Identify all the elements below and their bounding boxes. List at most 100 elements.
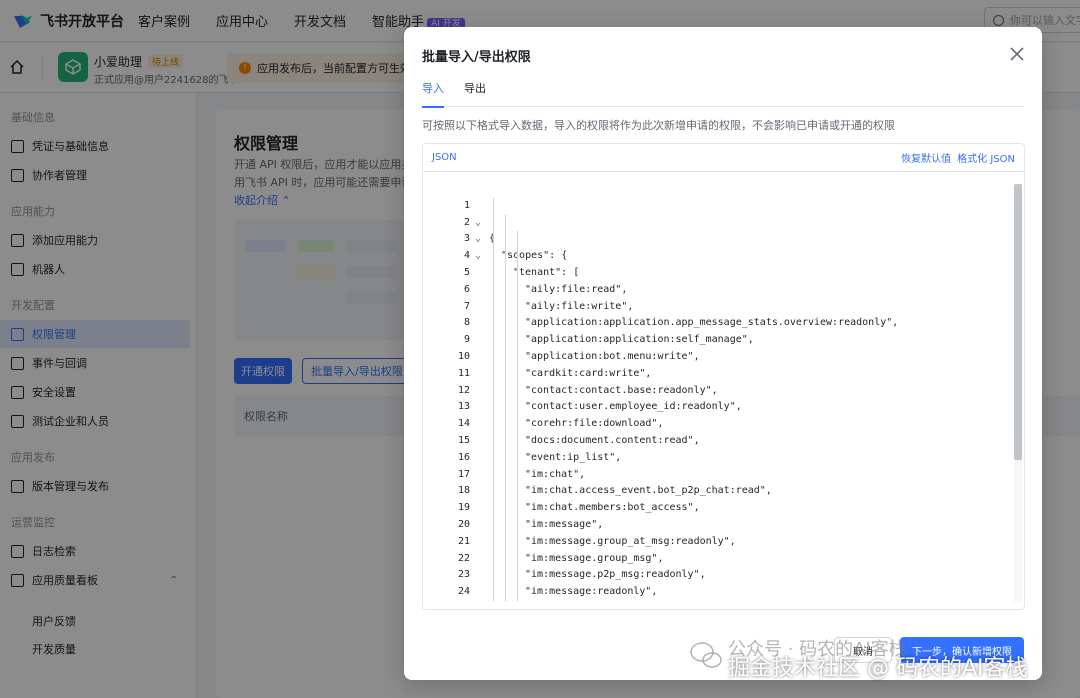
- indent-guide: [493, 365, 494, 383]
- indent-guide: [517, 584, 518, 601]
- indent-guide: [517, 399, 518, 417]
- indent-guide: [517, 416, 518, 433]
- format-json-link[interactable]: 格式化 JSON: [957, 150, 1015, 165]
- code-line: 16 "im:chat.access_event.bot_p2p_chat:re…: [423, 432, 1013, 496]
- indent-guide: [505, 533, 506, 551]
- code-line: 10 "contact:contact.base:readonly",: [423, 332, 1013, 396]
- indent-guide: [493, 298, 494, 316]
- indent-guide: [493, 500, 494, 517]
- code-line: 5 "aily:file:write",: [423, 248, 1013, 312]
- indent-guide: [517, 315, 518, 333]
- indent-guide: [493, 584, 494, 601]
- indent-guide: [493, 348, 494, 366]
- indent-guide: [493, 533, 494, 551]
- tab-import[interactable]: 导入: [422, 77, 444, 108]
- code-line: 19 "im:message.group_at_msg:readonly",: [423, 483, 1013, 547]
- indent-guide: [493, 332, 494, 349]
- batch-permission-dialog: 批量导入/导出权限 导入 导出 可按照以下格式导入数据，导入的权限将作为此次新增…: [404, 27, 1042, 680]
- indent-guide: [517, 248, 518, 265]
- indent-guide: [505, 298, 506, 316]
- indent-guide: [493, 382, 494, 400]
- indent-guide: [505, 348, 506, 366]
- wechat-icon: [690, 642, 722, 668]
- indent-guide: [517, 567, 518, 585]
- indent-guide: [517, 382, 518, 400]
- indent-guide: [517, 449, 518, 467]
- code-line: 14 "event:ip_list",: [423, 399, 1013, 463]
- restore-default-link[interactable]: 恢复默认值: [901, 150, 951, 165]
- close-icon[interactable]: [1006, 43, 1028, 65]
- indent-guide: [493, 214, 494, 232]
- indent-guide: [493, 399, 494, 417]
- indent-guide: [505, 584, 506, 601]
- code-line: 21 "im:message.p2p_msg:readonly",: [423, 516, 1013, 580]
- indent-guide: [505, 264, 506, 282]
- code-line: 18 "im:message",: [423, 466, 1013, 530]
- code-line: 1 ⌄ {: [423, 181, 1013, 245]
- editor-tab-json[interactable]: JSON: [432, 152, 457, 163]
- indent-guide: [505, 231, 506, 249]
- indent-guide: [505, 399, 506, 417]
- code-line: 15 "im:chat",: [423, 416, 1013, 480]
- code-line: 9 "cardkit:card:write",: [423, 315, 1013, 379]
- scrollbar-thumb[interactable]: [1014, 184, 1022, 460]
- indent-guide: [505, 449, 506, 467]
- code-line: 4 "aily:file:read",: [423, 231, 1013, 295]
- indent-guide: [505, 432, 506, 450]
- code-line: 17 "im:chat.members:bot_access",: [423, 449, 1013, 513]
- indent-guide: [493, 197, 494, 215]
- dialog-description: 可按照以下格式导入数据，导入的权限将作为此次新增申请的权限，不会影响已申请或开通…: [422, 119, 895, 132]
- watermark-line2: 掘金技术社区 @ 码农的AI客栈: [728, 656, 1028, 681]
- indent-guide: [493, 550, 494, 568]
- code-area[interactable]: 1 ⌄ { 2 ⌄ "scopes": { 3 ⌄ "tenant": [ 4 …: [423, 181, 1013, 601]
- code-line: 2 ⌄ "scopes": {: [423, 197, 1013, 261]
- indent-guide: [493, 248, 494, 265]
- indent-guide: [517, 483, 518, 501]
- indent-guide: [517, 516, 518, 534]
- indent-guide: [517, 432, 518, 450]
- dialog-tabs: 导入 导出: [422, 77, 1024, 108]
- code-line: 11 "contact:user.employee_id:readonly",: [423, 348, 1013, 412]
- indent-guide: [517, 264, 518, 282]
- indent-guide: [505, 483, 506, 501]
- indent-guide: [517, 281, 518, 299]
- indent-guide: [505, 550, 506, 568]
- indent-guide: [493, 466, 494, 484]
- code-line: 24 "im:resource",: [423, 567, 1013, 597]
- indent-guide: [517, 550, 518, 568]
- indent-guide: [493, 449, 494, 467]
- indent-guide: [517, 466, 518, 484]
- indent-guide: [493, 483, 494, 501]
- code-line: 13 "docs:document.content:read",: [423, 382, 1013, 446]
- indent-guide: [493, 516, 494, 534]
- code-line: 23 "im:message:send_as_bot",: [423, 550, 1013, 580]
- indent-guide: [505, 466, 506, 484]
- json-editor[interactable]: JSON 恢复默认值 格式化 JSON 1 ⌄ { 2 ⌄ "scopes": …: [422, 143, 1025, 610]
- code-line: 20 "im:message.group_msg",: [423, 500, 1013, 564]
- indent-guide: [493, 264, 494, 282]
- indent-guide: [505, 315, 506, 333]
- indent-guide: [505, 382, 506, 400]
- indent-guide: [517, 500, 518, 517]
- indent-guide: [505, 416, 506, 433]
- code-line: 3 ⌄ "tenant": [: [423, 214, 1013, 278]
- indent-guide: [505, 332, 506, 349]
- indent-guide: [505, 500, 506, 517]
- indent-guide: [493, 281, 494, 299]
- indent-guide: [517, 533, 518, 551]
- indent-guide: [493, 416, 494, 433]
- editor-actions: 恢复默认值 格式化 JSON: [895, 150, 1015, 165]
- indent-guide: [505, 248, 506, 265]
- indent-guide: [517, 298, 518, 316]
- code-line: 7 "application:application:self_manage",: [423, 281, 1013, 345]
- indent-guide: [505, 281, 506, 299]
- indent-guide: [517, 365, 518, 383]
- code-line: 6 "application:application.app_message_s…: [423, 264, 1013, 328]
- indent-guide: [505, 365, 506, 383]
- indent-guide: [493, 315, 494, 333]
- indent-guide: [493, 432, 494, 450]
- indent-guide: [505, 214, 506, 232]
- code-line: 8 "application:bot.menu:write",: [423, 298, 1013, 362]
- tab-export[interactable]: 导出: [464, 77, 486, 107]
- indent-guide: [517, 348, 518, 366]
